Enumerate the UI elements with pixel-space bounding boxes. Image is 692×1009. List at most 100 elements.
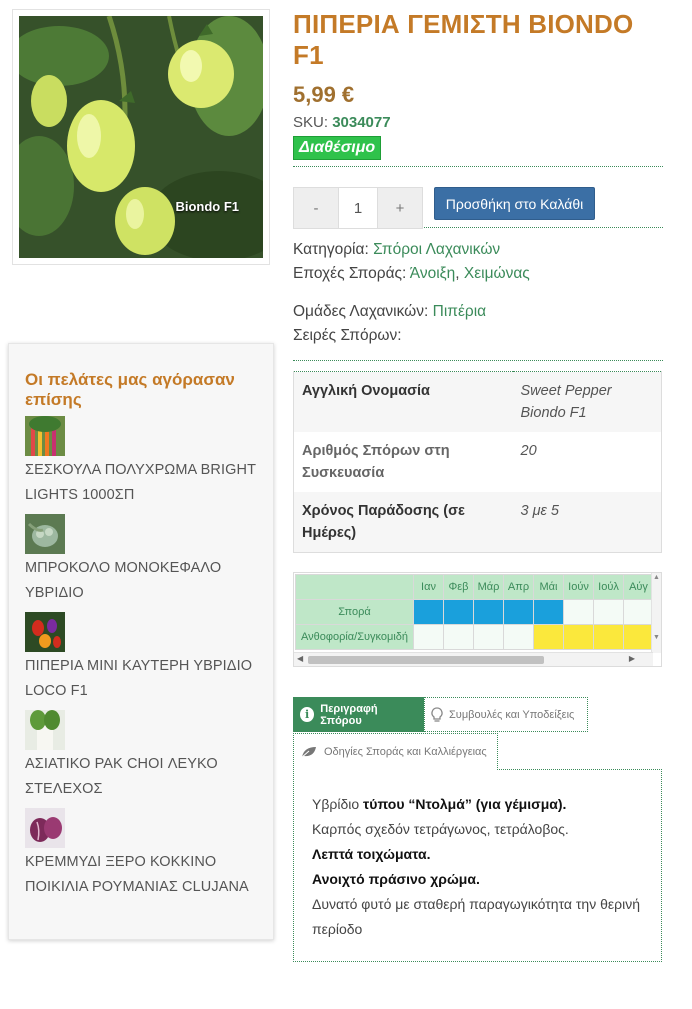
related-products-sidebar: Οι πελάτες μας αγόρασαν επίσης ΣΕΣΚΟΥΛΑ … (8, 343, 274, 940)
increase-quantity-button[interactable]: + (378, 188, 422, 228)
month-header: Μάι (533, 574, 564, 600)
tab-label: Περιγραφή Σπόρου (320, 702, 378, 727)
related-product-title[interactable]: ΜΠΡΟΚΟΛΟ ΜΟΝΟΚΕΦΑΛΟ ΥΒΡΙΔΙΟ (25, 556, 257, 606)
related-product-item[interactable]: ΣΕΣΚΟΥΛΑ ΠΟΛΥΧΡΩΜΑ BRIGHT LIGHTS 1000σπ (25, 416, 257, 508)
attribute-value: 3 με 5 (520, 503, 560, 519)
lightbulb-icon (431, 706, 443, 722)
sowing-calendar[interactable]: Ιαν Φεβ Μάρ Απρ Μάι Ιούν Ιούλ Αύγ Σπορά (293, 572, 662, 667)
month-header: Ιούν (563, 574, 594, 600)
tab-sowing-instructions[interactable]: Οδηγίες Σποράς και Καλλιέργειας (293, 733, 498, 770)
scroll-left-icon[interactable]: ◀ (297, 654, 303, 663)
calendar-cell (503, 599, 534, 625)
decrease-quantity-button[interactable]: - (294, 188, 338, 228)
month-header: Φεβ (443, 574, 474, 600)
add-to-cart-button[interactable]: Προσθήκη στο Καλάθι (434, 187, 595, 220)
calendar-cell (533, 624, 564, 650)
related-product-title[interactable]: ΠΙΠΕΡΙΑ ΜΙΝΙ ΚΑΥΤΕΡΗ ΥΒΡΙΔΙΟ LOCO F1 (25, 654, 257, 704)
season-row: Εποχές Σποράς: Άνοιξη, Χειμώνας (293, 262, 663, 286)
tab-label: Συμβουλές και Υποδείξεις (449, 708, 575, 721)
related-product-item[interactable]: ΠΙΠΕΡΙΑ ΜΙΝΙ ΚΑΥΤΕΡΗ ΥΒΡΙΔΙΟ LOCO F1 (25, 612, 257, 704)
description-bold-text: Ανοιχτό πράσινο χρώμα. (312, 871, 480, 887)
related-product-title[interactable]: ΣΕΣΚΟΥΛΑ ΠΟΛΥΧΡΩΜΑ BRIGHT LIGHTS 1000σπ (25, 458, 257, 508)
calendar-cell (443, 624, 474, 650)
month-header: Μάρ (473, 574, 504, 600)
related-product-thumbnail[interactable] (25, 514, 65, 554)
tab-seed-description[interactable]: i Περιγραφή Σπόρου (293, 697, 424, 732)
product-summary: ΠΙΠΕΡΙΑ ΓΕΜΙΣΤΗ BIONDO F1 5,99 € SKU: 30… (293, 0, 663, 962)
related-product-title[interactable]: ΚΡΕΜΜΥΔΙ ΞΕΡΟ ΚΟΚΚΙΝΟ ΠΟΙΚΙΛΙΑ ΡΟΥΜΑΝΙΑΣ… (25, 850, 257, 900)
calendar-row-sowing: Σπορά (295, 599, 654, 625)
sku-line: SKU: 3034077 (293, 114, 663, 131)
scroll-down-icon[interactable]: ▼ (652, 633, 661, 643)
category-link[interactable]: Σπόροι Λαχανικών (373, 241, 500, 258)
table-row: Αγγλική Ονομασία Sweet Pepper Biondo F1 (293, 371, 662, 432)
product-meta: Κατηγορία: Σπόροι Λαχανικών Εποχές Σπορά… (293, 238, 663, 286)
vegetable-group-link[interactable]: Πιπέρια (433, 303, 486, 320)
quantity-input[interactable] (338, 188, 378, 228)
scroll-up-icon[interactable]: ▲ (652, 573, 661, 583)
month-header: Ιούλ (593, 574, 624, 600)
related-product-thumbnail[interactable] (25, 612, 65, 652)
attributes-table: Αγγλική Ονομασία Sweet Pepper Biondo F1 … (293, 371, 662, 553)
calendar-cell (623, 599, 654, 625)
sidebar-title: Οι πελάτες μας αγόρασαν επίσης (25, 370, 235, 409)
table-row: Αριθμός Σπόρων στη Συσκευασία 20 (293, 432, 662, 492)
calendar-vertical-scrollbar[interactable]: ▲ ▼ (651, 573, 661, 653)
description-bold-text: Λεπτά τοιχώματα. (312, 846, 431, 862)
attribute-value: Sweet Pepper Biondo F1 (520, 383, 612, 421)
attribute-label: Χρόνος Παράδοσης (σε Ημέρες) (302, 503, 465, 541)
related-product-item[interactable]: ΚΡΕΜΜΥΔΙ ΞΕΡΟ ΚΟΚΚΙΝΟ ΠΟΙΚΙΛΙΑ ΡΟΥΜΑΝΙΑΣ… (25, 808, 257, 900)
category-label: Κατηγορία: (293, 241, 369, 258)
related-product-thumbnail[interactable] (25, 808, 65, 848)
sku-label: SKU: (293, 114, 329, 131)
scroll-right-icon[interactable]: ▶ (629, 654, 635, 663)
season-link-winter[interactable]: Χειμώνας (464, 265, 530, 282)
related-product-thumbnail[interactable] (25, 710, 65, 750)
related-product-title[interactable]: ΑΣΙΑΤΙΚΟ ΡΑΚ CHOI ΛΕΥΚΟ ΣΤΕΛΕΧΟΣ (25, 752, 257, 802)
leaf-icon (300, 747, 316, 759)
product-title: ΠΙΠΕΡΙΑ ΓΕΜΙΣΤΗ BIONDO F1 (293, 9, 634, 70)
calendar-cell (593, 624, 624, 650)
calendar-row-label: Ανθοφορία/Συγκομιδή (295, 624, 414, 650)
vegetable-group-label: Ομάδες Λαχανικών: (293, 303, 429, 320)
product-image[interactable]: Biondo F1 (19, 16, 263, 258)
product-tabs: i Περιγραφή Σπόρου Συμβουλές και Υποδείξ… (293, 697, 663, 770)
product-image-frame[interactable]: Biondo F1 (12, 9, 270, 265)
month-header: Αύγ (623, 574, 654, 600)
seed-series-row: Σειρές Σπόρων: (293, 324, 663, 348)
tab-tips[interactable]: Συμβουλές και Υποδείξεις (424, 697, 588, 732)
attribute-value: 20 (520, 443, 537, 459)
season-link-spring[interactable]: Άνοιξη (410, 265, 455, 282)
product-price: 5,99 € (293, 82, 355, 107)
scrollbar-thumb[interactable] (308, 656, 544, 664)
calendar-cell (623, 624, 654, 650)
calendar-cell (563, 599, 594, 625)
tab-label: Οδηγίες Σποράς και Καλλιέργειας (324, 746, 487, 758)
seed-series-label: Σειρές Σπόρων: (293, 327, 402, 344)
month-header: Ιαν (413, 574, 444, 600)
product-meta-groups: Ομάδες Λαχανικών: Πιπέρια Σειρές Σπόρων: (293, 300, 663, 361)
calendar-cell (443, 599, 474, 625)
image-caption: Biondo F1 (175, 199, 239, 214)
add-to-cart-form: - + Προσθήκη στο Καλάθι (293, 166, 663, 229)
calendar-cell (473, 599, 504, 625)
calendar-cell (503, 624, 534, 650)
description-line: Καρπός σχεδόν τετράγωνος, τετράλοβος. (312, 821, 569, 837)
season-label: Εποχές Σποράς: (293, 265, 407, 282)
calendar-cell (413, 624, 444, 650)
vegetable-group-row: Ομάδες Λαχανικών: Πιπέρια (293, 300, 663, 324)
related-product-thumbnail[interactable] (25, 416, 65, 456)
related-product-item[interactable]: ΜΠΡΟΚΟΛΟ ΜΟΝΟΚΕΦΑΛΟ ΥΒΡΙΔΙΟ (25, 514, 257, 606)
calendar-header-row: Ιαν Φεβ Μάρ Απρ Μάι Ιούν Ιούλ Αύγ (295, 574, 654, 600)
related-product-item[interactable]: ΑΣΙΑΤΙΚΟ ΡΑΚ CHOI ΛΕΥΚΟ ΣΤΕΛΕΧΟΣ (25, 710, 257, 802)
quantity-stepper: - + (293, 187, 423, 229)
tab-panel-description: Υβρίδιο τύπου “Ντολμά” (για γέμισμα). Κα… (293, 769, 662, 962)
description-line: Υβρίδιο τύπου “Ντολμά” (για γέμισμα). (312, 792, 643, 817)
info-icon: i (300, 707, 315, 722)
calendar-cell (593, 599, 624, 625)
table-row: Χρόνος Παράδοσης (σε Ημέρες) 3 με 5 (293, 492, 662, 553)
description-line: Δυνατό φυτό με σταθερή παραγωγικότητα τη… (312, 896, 640, 937)
calendar-horizontal-scrollbar[interactable]: ◀ ▶ (294, 652, 653, 666)
attribute-label: Αγγλική Ονομασία (302, 383, 430, 399)
description-text: Υβρίδιο (312, 796, 364, 812)
